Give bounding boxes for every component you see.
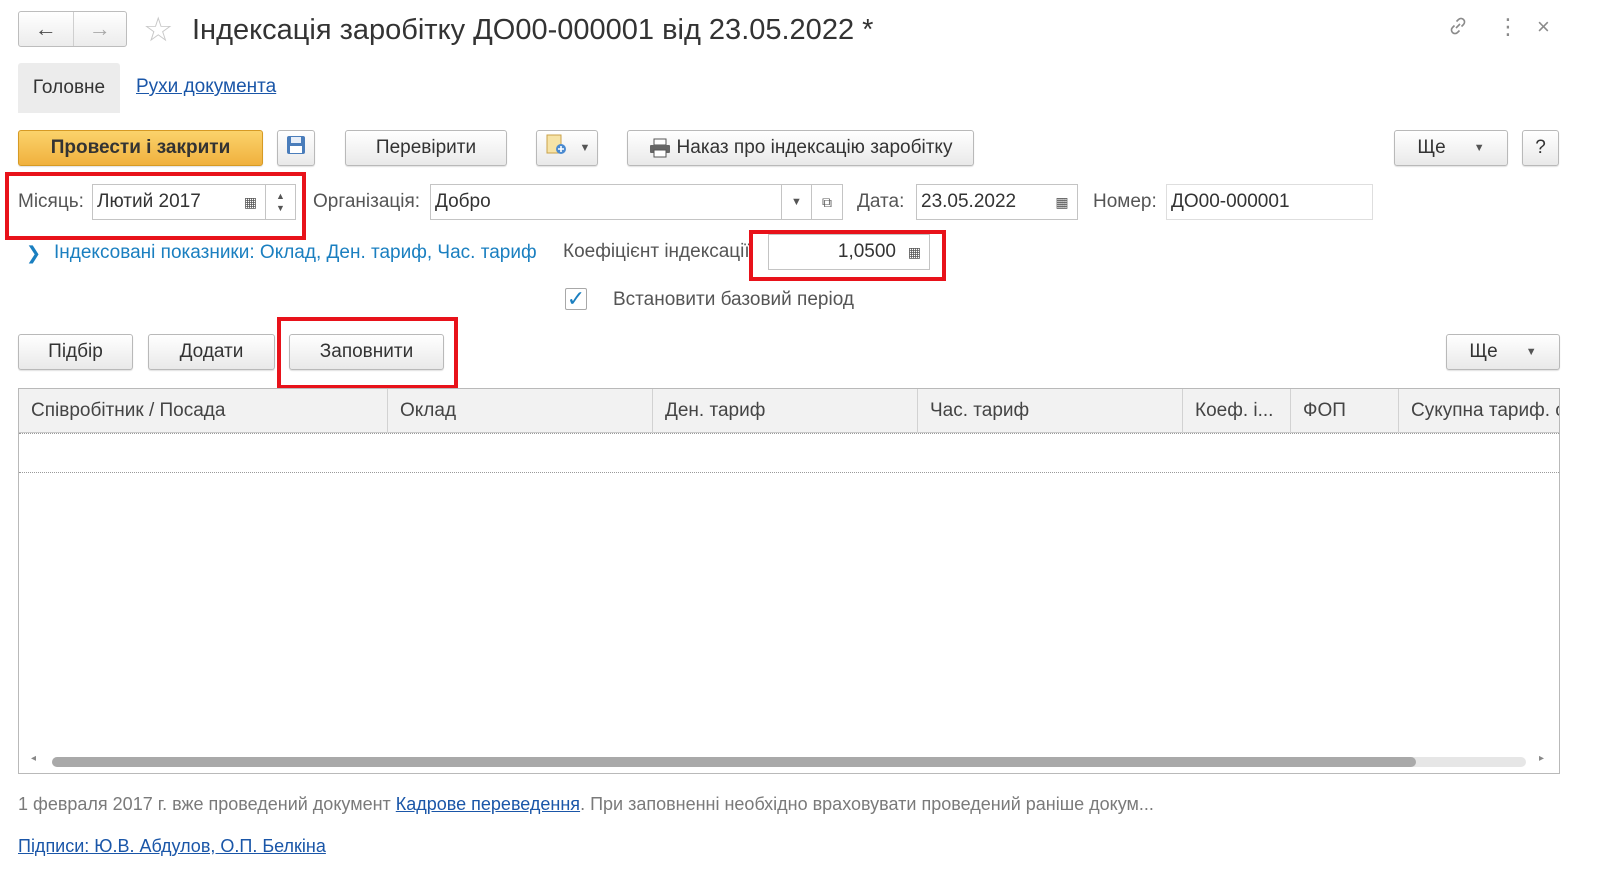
organization-label: Організація: [313,191,421,212]
calculator-icon[interactable]: ▦ [900,234,930,270]
column-header-hourly-rate[interactable]: Час. тариф [918,389,1183,433]
month-stepper[interactable]: ▲ ▼ [266,184,296,220]
footer-notice: 1 февраля 2017 г. вже проведений докумен… [18,791,1154,817]
close-icon[interactable]: × [1537,12,1550,42]
stepper-up-icon[interactable]: ▲ [276,190,285,202]
star-icon[interactable]: ☆ [143,10,173,50]
column-header-salary[interactable]: Оклад [388,389,653,433]
document-create-icon [544,133,570,163]
back-arrow-icon[interactable]: ← [19,12,73,46]
column-header-coefficient[interactable]: Коеф. і... [1183,389,1291,433]
chevron-down-icon: ▼ [1473,142,1485,154]
coefficient-field[interactable]: 1,0500 [768,234,901,270]
organization-field[interactable]: Добро [430,184,782,220]
help-button[interactable]: ? [1522,130,1559,166]
forward-arrow-icon[interactable]: → [72,12,127,46]
notice-prefix: 1 февраля 2017 г. вже проведений докумен… [18,794,396,814]
column-header-daily-rate[interactable]: Ден. тариф [653,389,918,433]
save-button[interactable] [277,130,315,166]
base-period-label: Встановити базовий період [613,289,854,310]
number-label: Номер: [1093,191,1157,212]
column-header-employee[interactable]: Співробітник / Посада [19,389,388,433]
more-icon[interactable]: ⋮ [1497,12,1519,42]
open-icon[interactable]: ⧉ [812,184,843,220]
signatures-link[interactable]: Підписи: Ю.В. Абдулов, О.П. Белкіна [18,833,326,859]
indexed-indicators-link[interactable]: Індексовані показники: Оклад, Ден. тариф… [54,240,537,266]
table-row[interactable] [19,433,1559,473]
tab-movements[interactable]: Рухи документа [136,76,276,98]
month-field[interactable]: Лютий 2017 [92,184,237,220]
print-order-button[interactable]: Наказ про індексацію заробітку [627,130,974,166]
table-header: Співробітник / Посада Оклад Ден. тариф Ч… [19,389,1559,433]
transfer-document-link[interactable]: Кадрове переведення [396,794,580,814]
base-period-checkbox[interactable]: ✓ [565,288,587,310]
stepper-down-icon[interactable]: ▼ [276,202,285,214]
link-icon[interactable] [1446,14,1470,46]
table-more-button[interactable]: Ще ▼ [1446,334,1560,370]
chevron-down-icon: ▼ [1525,346,1537,358]
post-and-close-button[interactable]: Провести і закрити [18,130,263,166]
more-actions-label: Ще [1417,137,1446,158]
history-nav: ← → [18,11,127,47]
scroll-left-icon[interactable]: ◂ [31,753,36,764]
chevron-down-icon: ▼ [579,142,591,154]
chevron-down-icon[interactable]: ▼ [782,184,812,220]
date-label: Дата: [857,191,905,212]
floppy-disk-icon [285,134,307,162]
date-field[interactable]: 23.05.2022 [916,184,1048,220]
scroll-thumb[interactable] [52,757,1416,767]
check-button[interactable]: Перевірити [345,130,507,166]
coefficient-label: Коефіцієнт індексації: [563,241,753,262]
add-button[interactable]: Додати [148,334,275,370]
more-actions-button[interactable]: Ще ▼ [1394,130,1508,166]
print-order-label: Наказ про індексацію заробітку [676,137,953,158]
month-label: Місяць: [18,191,84,212]
column-header-fop[interactable]: ФОП [1291,389,1399,433]
create-based-on-button[interactable]: ▼ [536,130,598,166]
notice-suffix: . При заповненні необхідно враховувати п… [580,794,1154,814]
page-title: Індексація заробітку ДО00-000001 від 23.… [192,14,874,46]
scroll-right-icon[interactable]: ▸ [1539,753,1544,764]
calendar-icon[interactable]: ▦ [236,184,266,220]
column-header-total-rate[interactable]: Сукупна тариф. с [1399,389,1559,433]
fill-button[interactable]: Заповнити [289,334,444,370]
number-field[interactable]: ДО00-000001 [1166,184,1373,220]
printer-icon [649,138,671,158]
table-more-label: Ще [1469,341,1498,362]
tab-main[interactable]: Головне [18,63,120,113]
calendar-icon[interactable]: ▦ [1047,184,1078,220]
employees-table[interactable]: Співробітник / Посада Оклад Ден. тариф Ч… [18,388,1560,774]
horizontal-scrollbar[interactable]: ◂ ▸ [19,751,1559,773]
pick-button[interactable]: Підбір [18,334,133,370]
chevron-right-icon[interactable]: ❯ [26,240,41,266]
